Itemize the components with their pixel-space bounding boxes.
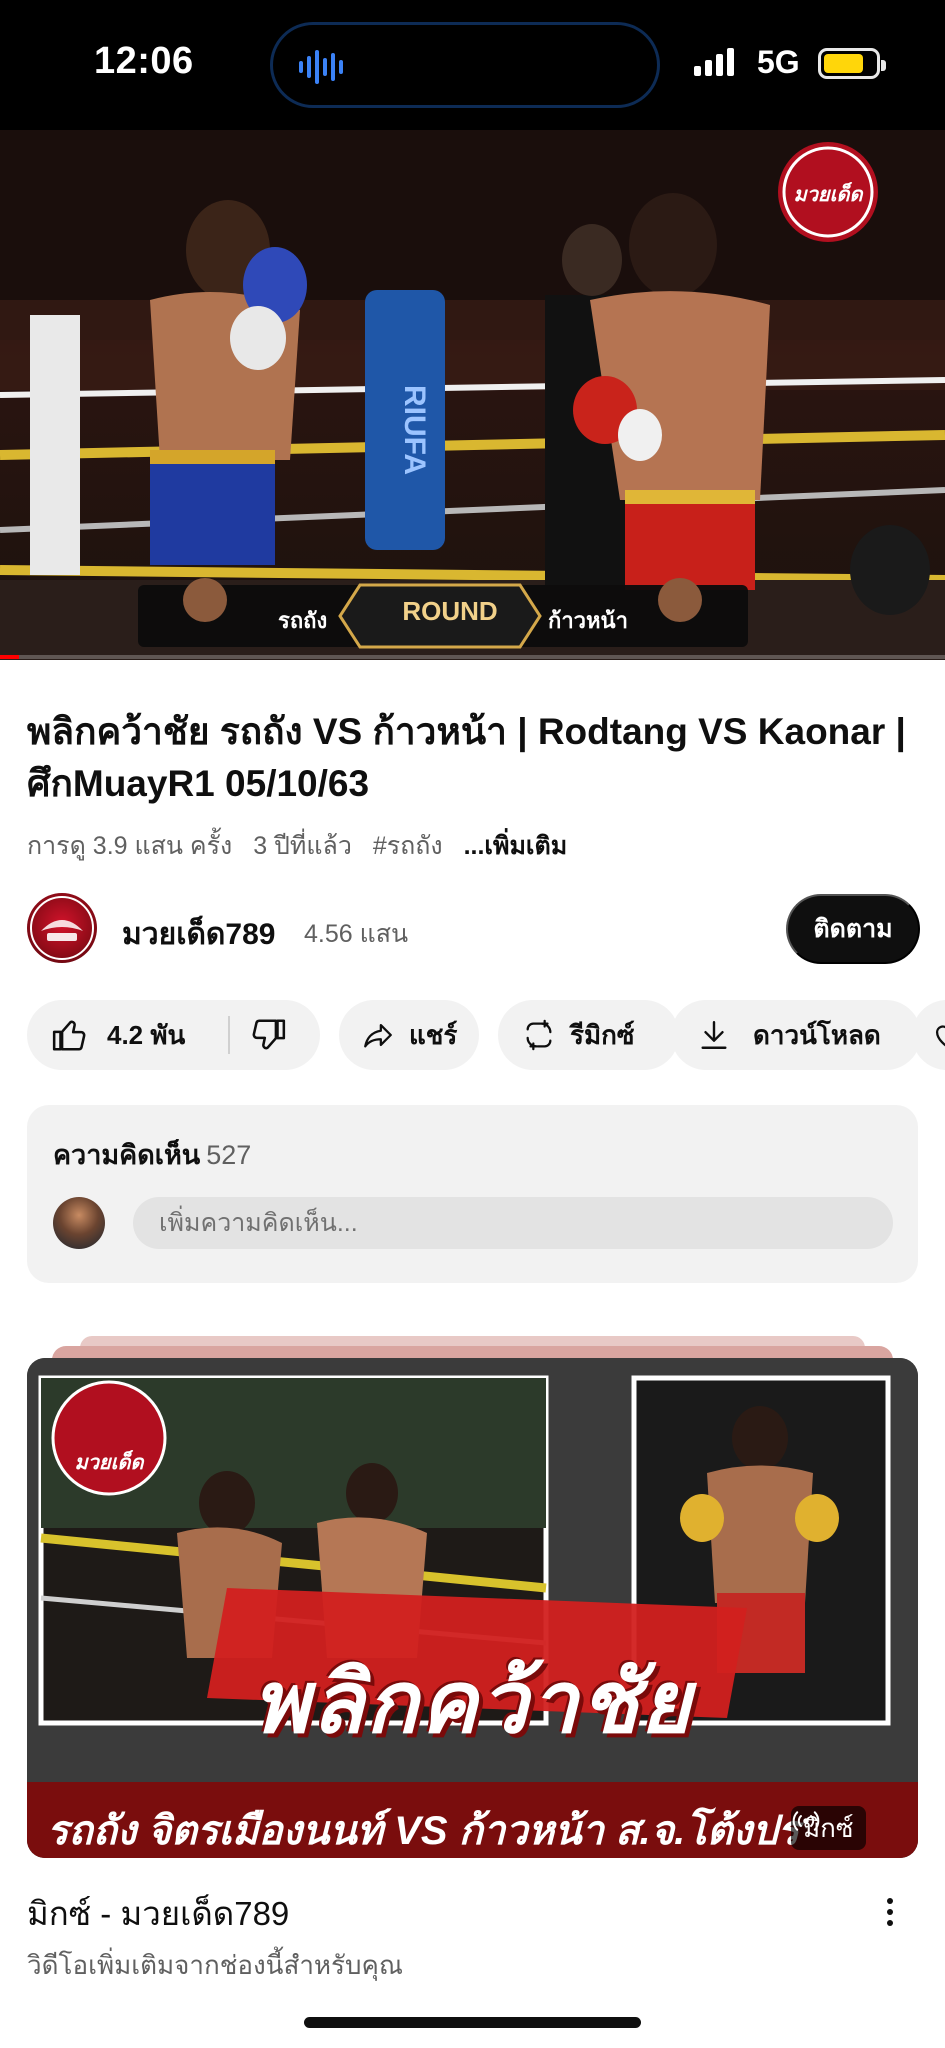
thumbnail-logo-text: มวยเด็ด (74, 1452, 144, 1474)
battery-level (824, 54, 863, 73)
video-title[interactable]: พลิกคว้าชัย รถถัง VS ก้าวหน้า | Rodtang … (27, 706, 907, 810)
thumbnail-strip-text: รถถัง จิตรเมืองนนท์ VS ก้าวหน้า ส.จ.โต้ง… (47, 1809, 807, 1853)
hashtag-link[interactable]: #รถถัง (373, 832, 443, 860)
remix-button[interactable]: รีมิกซ์ (498, 1000, 679, 1070)
audio-wave-icon (299, 49, 343, 85)
subscribe-button[interactable]: ติดตาม (786, 894, 920, 964)
mix-badge: มิกซ์ (791, 1806, 866, 1850)
user-avatar (53, 1197, 105, 1249)
heart-icon (935, 1025, 945, 1047)
remix-label: รีมิกซ์ (570, 1019, 635, 1050)
dislike-button[interactable] (249, 1000, 299, 1070)
video-progress-bar[interactable] (0, 655, 945, 659)
thanks-button[interactable] (912, 1000, 945, 1070)
comments-panel[interactable]: ความคิดเห็น 527 เพิ่มความคิดเห็น... (27, 1105, 918, 1283)
channel-logo-icon (30, 896, 94, 960)
comments-header: ความคิดเห็น 527 (53, 1133, 251, 1176)
like-divider (228, 1016, 230, 1054)
like-count: 4.2 พัน (107, 1019, 186, 1050)
share-label: แชร์ (409, 1019, 458, 1050)
broadcast-icon (792, 1811, 820, 1831)
lower-third-right-name: ก้าวหน้า (548, 608, 628, 633)
channel-row[interactable]: มวยเด็ด789 4.56 แสน ติดตาม (27, 893, 920, 965)
view-count: การดู 3.9 แสน ครั้ง (27, 832, 233, 860)
like-button[interactable]: 4.2 พัน (51, 1000, 185, 1070)
channel-name[interactable]: มวยเด็ด789 (122, 911, 275, 958)
download-button[interactable]: ดาวน์โหลด (671, 1000, 921, 1070)
lower-third-round-label: ROUND (402, 596, 498, 626)
comments-label: ความคิดเห็น (53, 1140, 201, 1170)
more-link[interactable]: ...เพิ่มเติม (464, 832, 568, 860)
comments-count: 527 (206, 1140, 252, 1170)
lower-third-left-name: รถถัง (278, 608, 328, 633)
status-time: 12:06 (94, 40, 194, 82)
subscriber-count: 4.56 แสน (304, 920, 409, 948)
dynamic-island[interactable] (270, 22, 660, 108)
thumbs-down-icon (252, 1019, 286, 1050)
like-dislike-group: 4.2 พัน (27, 1000, 320, 1070)
status-bar: 12:06 5G (0, 0, 945, 130)
share-arrow-icon (364, 1023, 392, 1048)
video-player[interactable]: RIUFA รถถัง ROUND ก้าวหน้า มวยเด็ด (0, 130, 945, 660)
download-icon (701, 1021, 727, 1049)
more-options-icon[interactable] (878, 1890, 902, 1934)
thumbs-up-icon (52, 1020, 86, 1051)
cellular-signal-icon (694, 48, 734, 76)
remix-icon (526, 1019, 552, 1051)
video-meta[interactable]: การดู 3.9 แสน ครั้ง 3 ปีที่แล้ว #รถถัง .… (27, 826, 581, 866)
download-label: ดาวน์โหลด (753, 1019, 881, 1050)
mix-title[interactable]: มิกซ์ - มวยเด็ด789 (27, 1887, 289, 1940)
share-button[interactable]: แชร์ (339, 1000, 479, 1070)
upload-age: 3 ปีที่แล้ว (253, 832, 352, 860)
mix-subtitle: วิดีโอเพิ่มเติมจากช่องนี้สำหรับคุณ (27, 1950, 404, 1980)
svg-text:RIUFA: RIUFA (398, 385, 431, 475)
battery-icon (818, 48, 886, 79)
action-bar: 4.2 พัน แชร์ รีมิกซ์ ดาวน์โหลด (27, 1000, 945, 1070)
add-comment-input[interactable]: เพิ่มความคิดเห็น... (133, 1197, 893, 1249)
thumbnail-headline: พลิกคว้าชัย (252, 1655, 693, 1751)
mix-thumbnail[interactable]: พลิกคว้าชัย มวยเด็ด รถถัง จิตรเมืองนนท์ … (27, 1358, 918, 1858)
channel-avatar[interactable] (27, 893, 97, 963)
ring-rope-yellow (0, 430, 945, 460)
home-indicator[interactable] (304, 2017, 641, 2028)
network-type: 5G (757, 44, 800, 80)
video-progress-played (0, 655, 19, 659)
corner-logo-text: มวยเด็ด (793, 184, 863, 206)
